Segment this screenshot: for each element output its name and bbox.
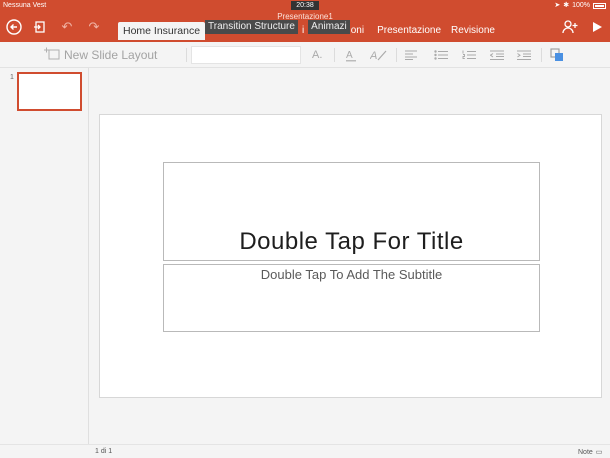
decrease-indent-icon[interactable] [490,46,504,64]
redo-icon[interactable]: ↷ [85,18,103,36]
tab-animations[interactable]: Animazi [308,20,350,34]
tab-review[interactable]: Revisione [446,22,500,40]
battery-label: 100% [572,2,590,9]
tab-fragment[interactable]: i [298,22,308,40]
status-right: ➤ ✱ 100% [554,0,606,11]
status-bar: Nessuna Vest 20:38 ➤ ✱ 100% [0,0,610,11]
align-left-icon[interactable] [405,46,417,64]
ribbon-tabs: Home Insurance Transition Structure i An… [118,20,500,40]
status-time: 20:38 [291,1,319,10]
tab-animations-suffix[interactable]: oni [350,22,372,40]
notes-label: Note [578,448,593,456]
font-size-label: A. [312,49,323,61]
app-header: Nessuna Vest 20:38 ➤ ✱ 100% Presentazion… [0,0,610,42]
new-slide-label: New Slide Layout [64,48,158,62]
back-icon[interactable] [5,18,23,36]
svg-text:A: A [346,50,353,61]
text-effects-icon[interactable]: A [370,46,388,64]
tab-home[interactable]: Home Insurance [118,22,206,40]
slide-canvas[interactable]: Double Tap For Title Double Tap To Add T… [99,114,602,398]
svg-text:A: A [370,50,377,62]
notes-button[interactable]: Note ▭ [578,448,603,457]
battery-icon [593,2,606,9]
thumbnail-number: 1 [10,74,14,81]
numbered-list-icon[interactable] [462,46,476,64]
slide-count: 1 di 1 [95,448,113,455]
shapes-icon[interactable] [550,46,564,64]
new-slide-button[interactable]: New Slide Layout [44,46,157,64]
bullet-list-icon[interactable] [434,46,448,64]
file-icon[interactable] [31,18,49,36]
increase-indent-icon[interactable] [517,46,531,64]
tab-slideshow[interactable]: Presentazione [372,22,446,40]
play-icon[interactable] [588,18,606,36]
font-field-gap [302,46,304,64]
ribbon-divider [541,48,542,62]
share-person-icon[interactable] [561,18,579,36]
ribbon-divider [334,48,335,62]
font-size-button[interactable]: A. [312,46,322,64]
font-color-icon[interactable]: A [345,46,357,64]
location-icon: ➤ [554,2,561,9]
ribbon-toolbar: New Slide Layout A. A A [0,42,610,68]
title-placeholder[interactable]: Double Tap For Title [163,162,540,261]
subtitle-placeholder-text: Double Tap To Add The Subtitle [260,267,443,282]
title-placeholder-text: Double Tap For Title [239,228,464,255]
slide-thumbnail-panel: 1 [0,68,89,444]
font-name-field[interactable] [191,46,301,64]
ribbon-divider [186,48,187,62]
bluetooth-icon: ✱ [563,2,570,9]
tab-transitions[interactable]: Transition Structure [205,20,298,34]
subtitle-placeholder[interactable]: Double Tap To Add The Subtitle [163,264,540,332]
notes-icon: ▭ [595,449,603,456]
new-slide-icon [44,47,60,64]
carrier-label: Nessuna Vest [3,2,47,9]
slide-thumbnail[interactable] [17,72,82,111]
undo-icon[interactable]: ↶ [58,18,76,36]
ribbon-divider [396,48,397,62]
status-footer: 1 di 1 Note ▭ [0,444,610,458]
